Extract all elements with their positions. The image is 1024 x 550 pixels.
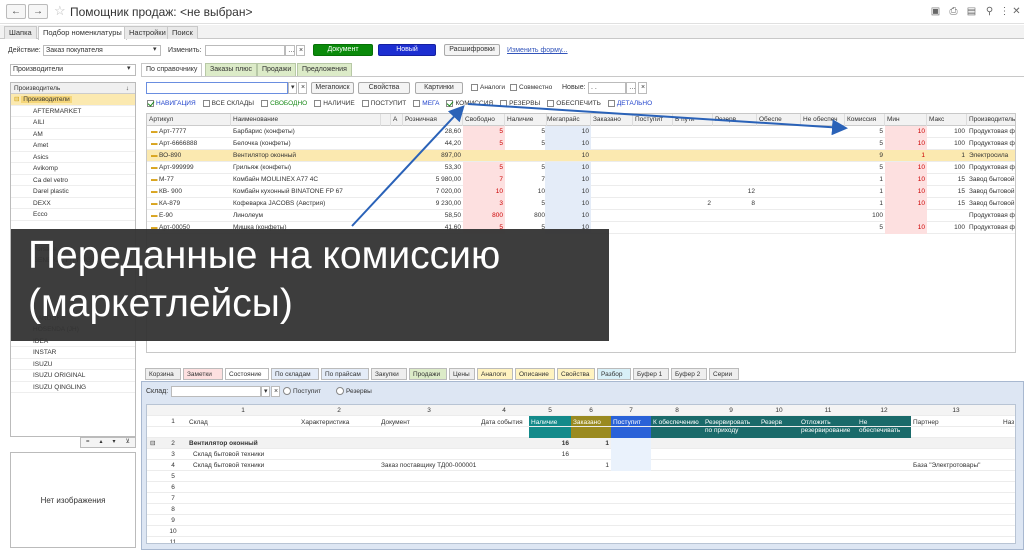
caption-line-2: (маркетлейсы) bbox=[28, 282, 293, 325]
arrow-to-commission-column bbox=[467, 103, 848, 136]
arrow-to-commission-flag bbox=[351, 105, 465, 227]
caption-line-1: Переданные на комиссию bbox=[28, 234, 501, 277]
caption-text: Переданные на комиссию (маркетлейсы) bbox=[28, 232, 608, 328]
